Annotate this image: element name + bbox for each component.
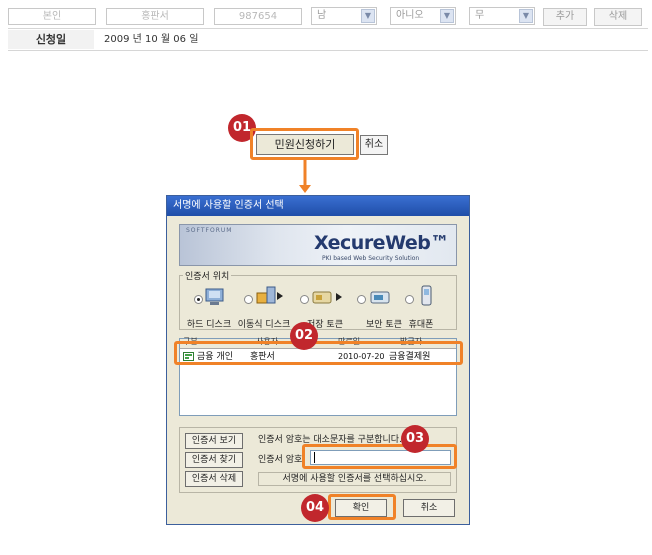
status-select[interactable]: 무 ▼ (469, 7, 535, 25)
name-field[interactable]: 홍판서 (106, 8, 204, 25)
status-select-value: 무 (475, 10, 485, 21)
delete-button[interactable]: 삭제 (594, 8, 642, 26)
apply-date-label: 신청일 (8, 30, 94, 49)
storage-token-icon (312, 291, 342, 304)
find-certificate-button[interactable]: 인증서 찾기 (185, 452, 243, 468)
step-highlight-03 (302, 444, 457, 469)
radio-storage-token[interactable] (300, 295, 309, 304)
arrow-down-icon (299, 160, 311, 193)
password-label: 인증서 암호 (258, 455, 303, 465)
radio-security-token[interactable] (357, 295, 366, 304)
radio-hard-disk[interactable] (194, 295, 203, 304)
security-token-icon (370, 291, 390, 304)
radio-usb-disk[interactable] (244, 295, 253, 304)
status-message: 서명에 사용할 인증서를 선택하십시오. (258, 472, 451, 486)
add-button[interactable]: 추가 (543, 8, 587, 26)
device-label-usb-disk: 이동식 디스크 (237, 320, 291, 330)
brand-tagline: PKI based Web Security Solution (322, 255, 420, 262)
select-arrow-icon: ▼ (519, 9, 533, 23)
option-select[interactable]: 아니오 ▼ (390, 7, 456, 25)
delete-certificate-button[interactable]: 인증서 삭제 (185, 471, 243, 487)
brand-name: XecureWeb™ (314, 232, 449, 254)
brand-banner: SOFTFORUM XecureWeb™ PKI based Web Secur… (179, 224, 457, 266)
dialog-title: 서명에 사용할 인증서 선택 (167, 196, 469, 216)
gender-select-value: 남 (317, 10, 327, 21)
device-label-hard-disk: 하드 디스크 (186, 320, 232, 330)
step-highlight-02 (174, 341, 463, 365)
device-label-mobile-phone: 휴대폰 (408, 320, 434, 330)
option-select-value: 아니오 (396, 10, 424, 21)
select-arrow-icon: ▼ (440, 9, 454, 23)
step-badge-02: 02 (290, 322, 318, 350)
usb-disk-icon (256, 286, 283, 304)
relation-field[interactable]: 본인 (8, 8, 96, 25)
step-badge-04: 04 (301, 494, 329, 522)
location-group-label: 인증서 위치 (183, 269, 232, 282)
brand-small: SOFTFORUM (186, 227, 233, 234)
gender-select[interactable]: 남 ▼ (311, 7, 377, 25)
divider (8, 28, 648, 29)
request-cancel-button[interactable]: 취소 (360, 135, 388, 155)
id-field[interactable]: 987654 (214, 8, 302, 25)
apply-date-value: 2009 년 10 월 06 일 (104, 34, 199, 45)
step-highlight-04 (328, 494, 396, 520)
step-badge-03: 03 (401, 425, 429, 453)
mobile-phone-icon (421, 285, 432, 306)
hard-disk-icon (205, 288, 224, 305)
apply-date-row: 신청일 2009 년 10 월 06 일 (8, 30, 648, 51)
select-arrow-icon: ▼ (361, 9, 375, 23)
apply-request-button[interactable]: 민원신청하기 (256, 134, 354, 155)
dialog-cancel-button[interactable]: 취소 (403, 499, 455, 517)
view-certificate-button[interactable]: 인증서 보기 (185, 433, 243, 449)
radio-mobile-phone[interactable] (405, 295, 414, 304)
